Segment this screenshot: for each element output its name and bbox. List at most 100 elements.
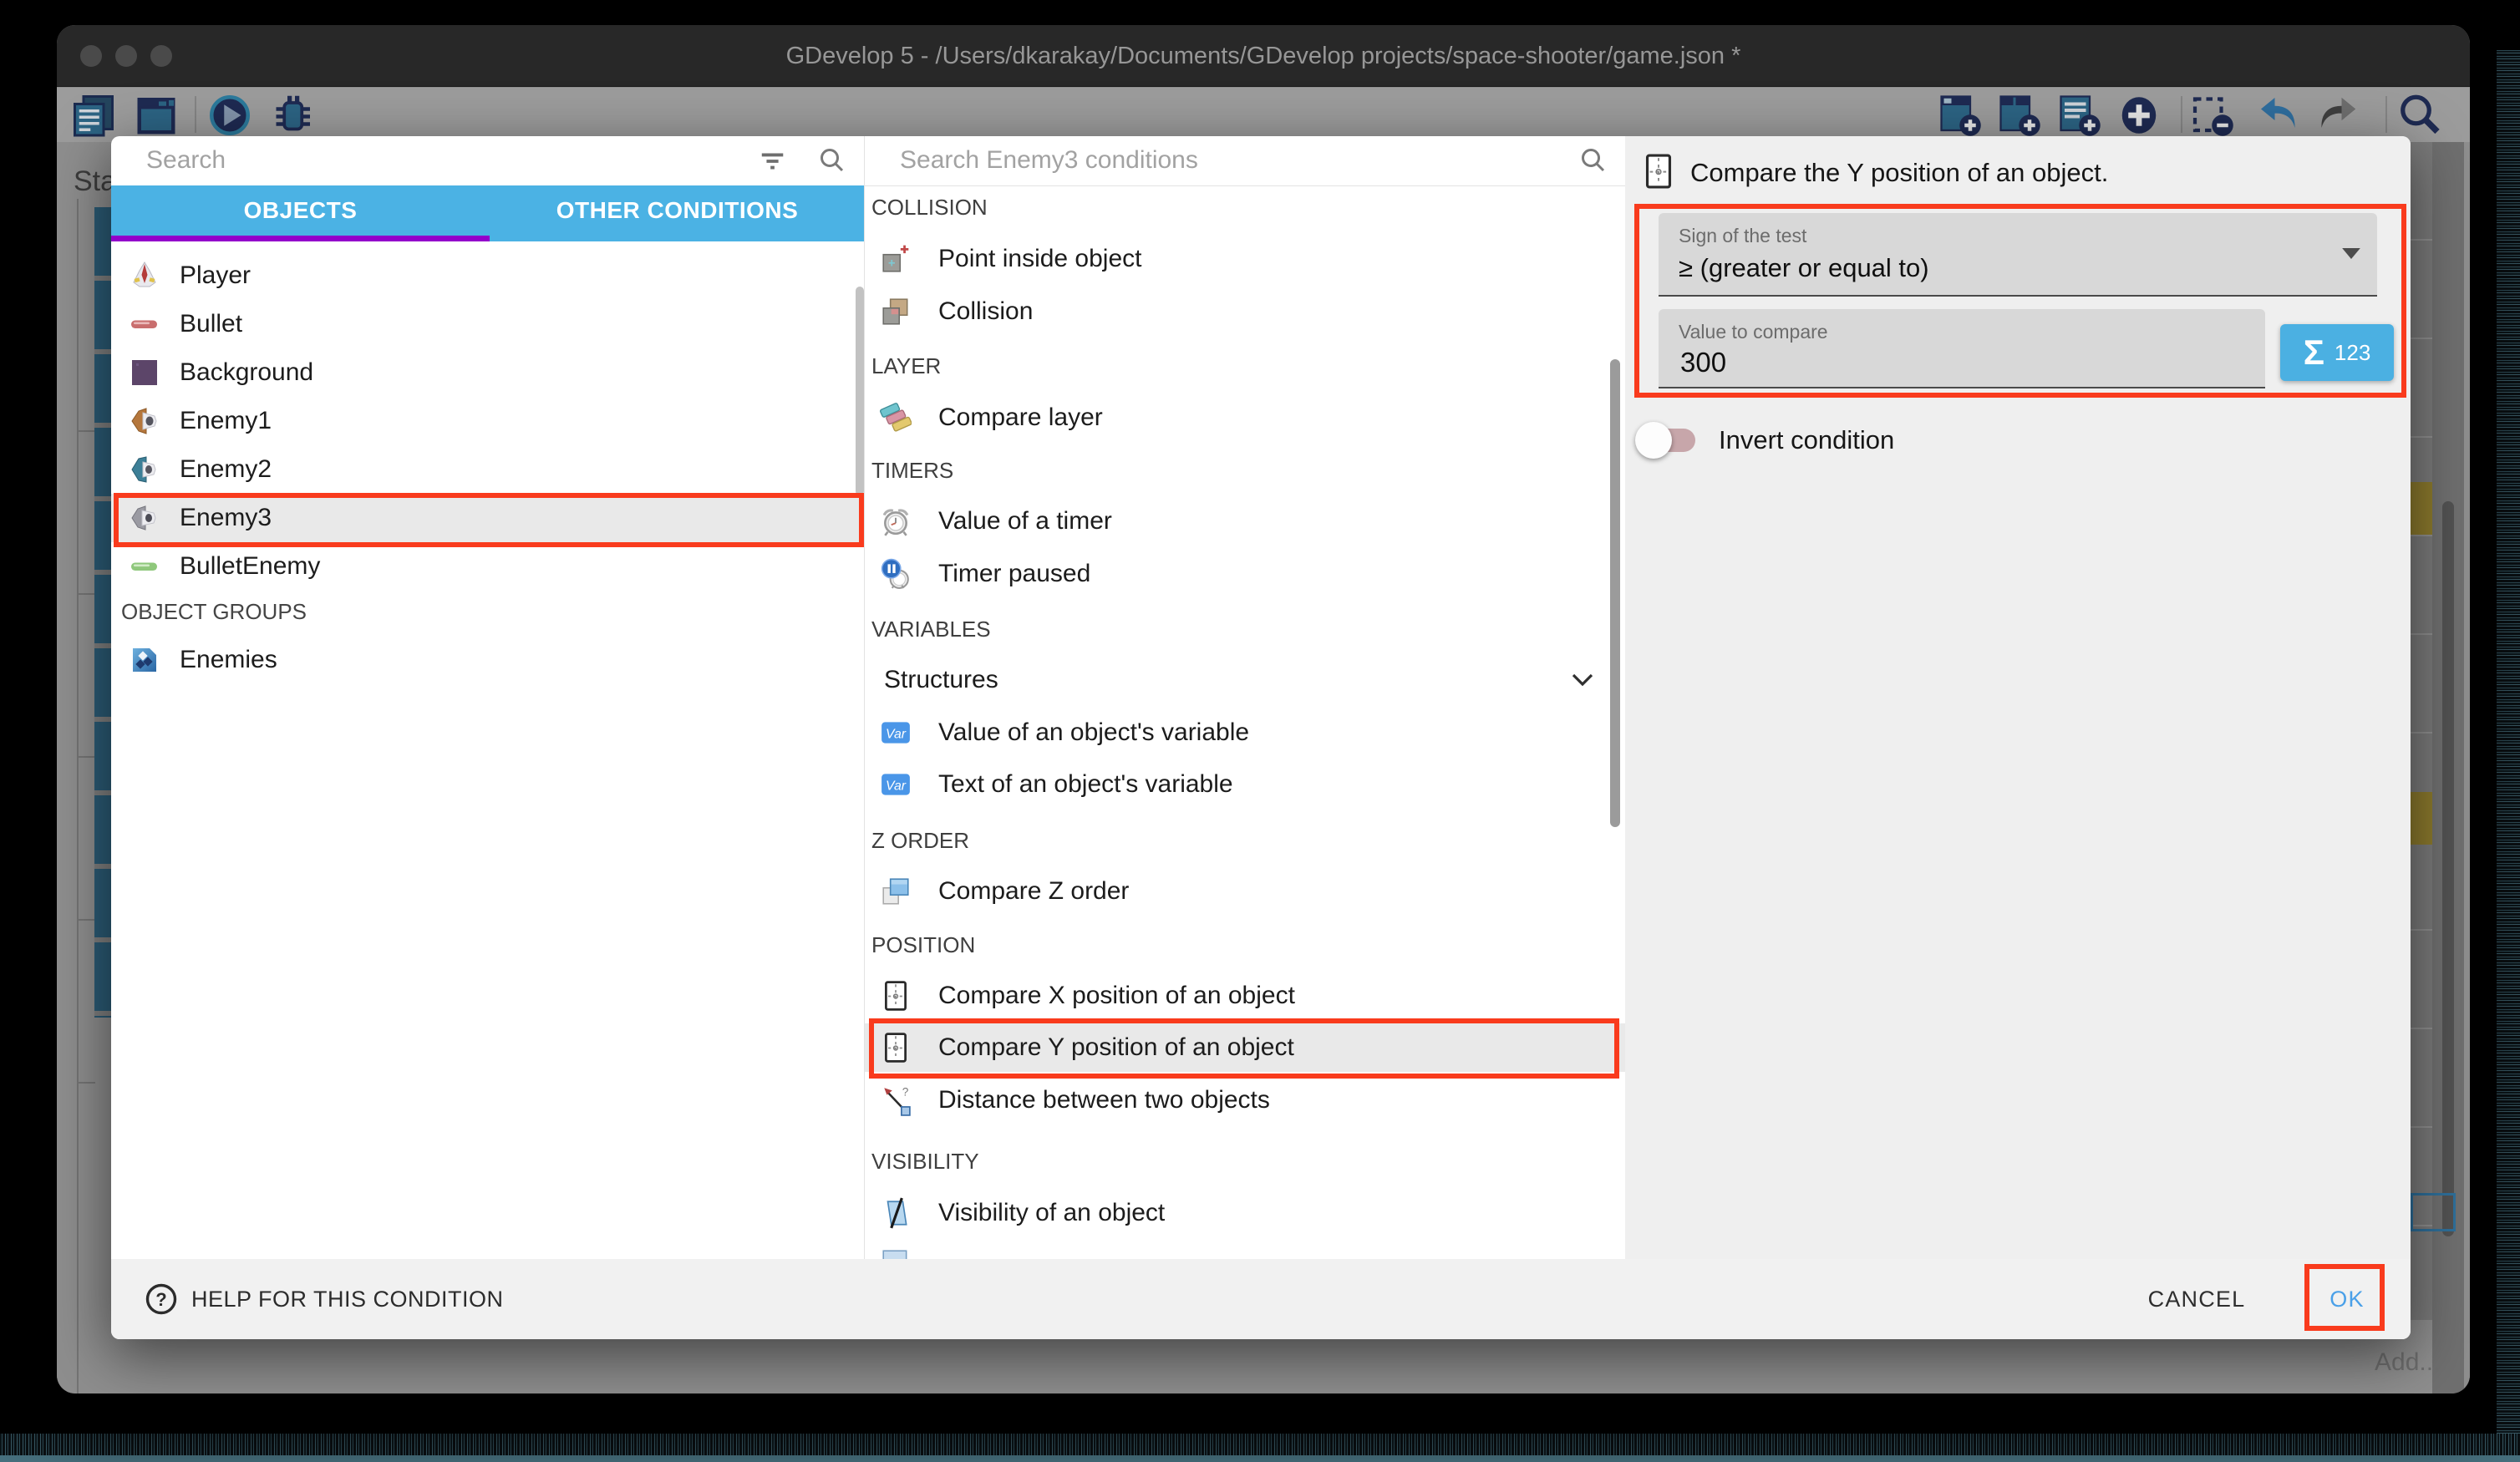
add-object-icon[interactable] — [1938, 93, 1983, 138]
tab-other-conditions[interactable]: OTHER CONDITIONS — [490, 185, 865, 236]
condition-item[interactable]: Collision — [865, 287, 1625, 336]
annotation-box-ok — [2304, 1264, 2385, 1331]
object-row-bullet[interactable]: Bullet — [111, 300, 865, 348]
invert-condition-toggle-knob[interactable] — [1635, 422, 1672, 459]
events-tree-stub — [77, 430, 95, 432]
bullet-icon — [130, 309, 160, 339]
svg-text:?: ? — [902, 1086, 909, 1099]
search-icon[interactable] — [817, 146, 847, 180]
object-search-input[interactable] — [145, 136, 729, 185]
object-row-player[interactable]: Player — [111, 251, 865, 300]
condition-item[interactable]: Var Text of an object's variable — [865, 760, 1625, 809]
event-selection-outline — [2411, 1193, 2456, 1231]
object-name: Bullet — [180, 300, 242, 348]
screenshot-root: GDevelop 5 - /Users/dkarakay/Documents/G… — [0, 0, 2520, 1462]
group-row-enemies[interactable]: Enemies — [111, 636, 865, 684]
group-name: Enemies — [180, 636, 277, 684]
position-grid-icon — [880, 980, 912, 1012]
timer-paused-icon — [880, 558, 912, 590]
clipped-icon — [880, 1247, 912, 1259]
condition-item[interactable]: Visibility of an object — [865, 1189, 1625, 1237]
svg-text:Var: Var — [886, 779, 907, 793]
active-tab-underline — [111, 236, 490, 241]
annotation-box-compare-y — [869, 1018, 1619, 1079]
object-name: Player — [180, 251, 251, 300]
layers-icon — [880, 402, 912, 434]
remove-dashed-icon[interactable] — [2190, 93, 2235, 138]
toolbar-separator — [2181, 96, 2182, 133]
condition-item-clipped[interactable] — [865, 1244, 1625, 1259]
events-tree-line — [77, 199, 79, 1393]
help-icon: ? — [145, 1282, 178, 1320]
object-row-enemy2[interactable]: Enemy2 — [111, 445, 865, 494]
highlighted-event-block — [2411, 482, 2432, 535]
condition-search-input[interactable] — [898, 136, 1533, 185]
event-rows-right — [2411, 142, 2432, 1320]
variable-icon: Var — [880, 769, 912, 800]
condition-item[interactable]: Value of a timer — [865, 497, 1625, 546]
object-row-bulletenemy[interactable]: BulletEnemy — [111, 542, 865, 591]
events-scrollbar[interactable] — [2442, 501, 2454, 1236]
condition-item[interactable]: Point inside object — [865, 235, 1625, 283]
filter-icon[interactable] — [759, 147, 787, 180]
collision-icon — [880, 296, 912, 327]
debug-icon[interactable] — [270, 93, 315, 138]
section-header-variables: VARIABLES — [871, 615, 1456, 643]
redo-icon[interactable] — [2315, 93, 2360, 138]
scene-window-icon[interactable] — [134, 93, 179, 138]
scene-tab-label: Sta — [74, 165, 116, 198]
search-icon[interactable] — [1578, 146, 1608, 180]
cancel-button[interactable]: CANCEL — [2121, 1259, 2272, 1339]
condition-item[interactable]: Compare Z order — [865, 867, 1625, 916]
dialog-footer: ? HELP FOR THIS CONDITION CANCEL OK — [111, 1259, 2411, 1339]
events-tree-stub — [77, 919, 95, 921]
point-inside-object-icon — [880, 243, 912, 275]
condition-item[interactable]: Var Value of an object's variable — [865, 708, 1625, 757]
enemy1-ship-icon — [130, 406, 160, 436]
condition-item[interactable]: ? Distance between two objects — [865, 1076, 1625, 1124]
section-header-timers: TIMERS — [871, 456, 1456, 485]
invert-condition-label: Invert condition — [1719, 417, 1894, 464]
add-circle-icon[interactable] — [2116, 93, 2162, 138]
section-header-collision: COLLISION — [871, 193, 1456, 221]
project-manager-icon[interactable] — [71, 93, 116, 138]
z-order-icon — [880, 876, 912, 907]
object-name: Enemy1 — [180, 397, 272, 445]
position-grid-icon — [1640, 153, 1677, 194]
events-tree-stub — [77, 593, 95, 595]
tab-objects[interactable]: OBJECTS — [111, 185, 490, 236]
condition-item[interactable]: Timer paused — [865, 550, 1625, 598]
undo-icon[interactable] — [2256, 93, 2301, 138]
desktop-edge-bar — [0, 1455, 2520, 1462]
add-layout-icon[interactable] — [1997, 93, 2042, 138]
add-events-icon[interactable] — [2057, 93, 2102, 138]
desktop-edge-texture-right — [2497, 50, 2520, 1462]
left-panel-tabbar: OBJECTS OTHER CONDITIONS — [111, 185, 865, 241]
condition-item[interactable]: Compare X position of an object — [865, 972, 1625, 1020]
variable-icon: Var — [880, 717, 912, 749]
left-list-scrollbar[interactable] — [856, 287, 864, 495]
desktop-edge-texture-bottom — [0, 1434, 2520, 1455]
background-icon — [130, 358, 160, 388]
search-icon[interactable] — [2397, 93, 2442, 138]
section-header-position: POSITION — [871, 931, 1456, 959]
add-more-link[interactable]: Add... — [2375, 1348, 2440, 1377]
condition-item[interactable]: Compare layer — [865, 393, 1625, 442]
object-row-enemy1[interactable]: Enemy1 — [111, 397, 865, 445]
play-icon[interactable] — [207, 93, 252, 138]
chevron-down-icon — [1571, 673, 1594, 691]
object-name: Enemy2 — [180, 445, 272, 494]
help-for-condition-link[interactable]: HELP FOR THIS CONDITION — [191, 1259, 504, 1339]
events-tree-stub — [77, 1082, 95, 1084]
structures-expander[interactable]: Structures — [865, 656, 1625, 704]
section-header-zorder: Z ORDER — [871, 826, 1456, 855]
enemies-group-icon — [130, 645, 160, 675]
section-header-visibility: VISIBILITY — [871, 1147, 1456, 1175]
window-titlebar: GDevelop 5 - /Users/dkarakay/Documents/G… — [57, 25, 2470, 87]
object-row-background[interactable]: Background — [111, 348, 865, 397]
svg-text:?: ? — [155, 1289, 166, 1310]
svg-text:Var: Var — [886, 727, 907, 741]
toolbar-separator — [2385, 96, 2387, 133]
conditions-scrollbar[interactable] — [1610, 359, 1620, 827]
object-name: Background — [180, 348, 313, 397]
